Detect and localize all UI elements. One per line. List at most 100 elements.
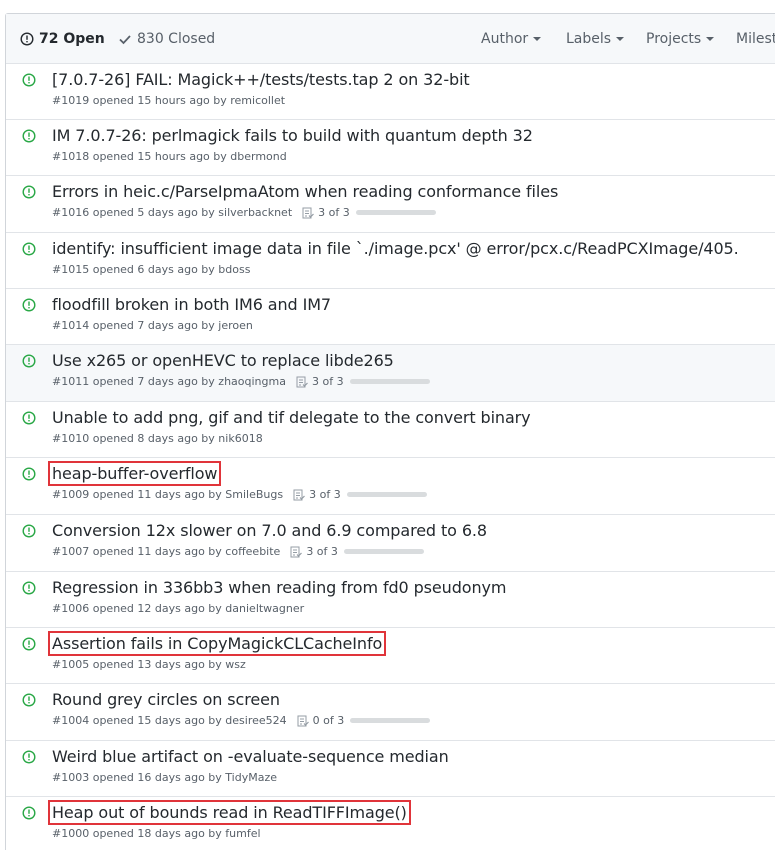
issue-meta-text: #1000 opened 18 days ago by fumfel — [52, 827, 261, 840]
task-progress: 3 of 3 — [302, 206, 436, 219]
issue-row[interactable]: Unable to add png, gif and tif delegate … — [6, 402, 775, 458]
labels-filter[interactable]: Labels — [566, 14, 625, 64]
issue-title-link[interactable]: Regression in 336bb3 when reading from f… — [52, 578, 506, 597]
issue-meta-text: #1005 opened 13 days ago by wsz — [52, 658, 246, 671]
issue-row[interactable]: identify: insufficient image data in fil… — [6, 233, 775, 289]
milestones-filter-label: Milesto — [736, 31, 775, 47]
chevron-down-icon — [616, 37, 625, 41]
task-progress-bar — [355, 210, 436, 215]
issue-opened-icon — [22, 581, 36, 595]
issue-opened-icon — [22, 129, 36, 143]
issue-title-link[interactable]: IM 7.0.7-26: perlmagick fails to build w… — [52, 126, 533, 145]
issue-title-link[interactable]: [7.0.7-26] FAIL: Magick++/tests/tests.ta… — [52, 70, 470, 89]
issue-meta-text: #1004 opened 15 days ago by desiree524 — [52, 714, 287, 727]
task-progress-bar — [346, 492, 427, 497]
projects-filter[interactable]: Projects — [646, 14, 715, 64]
issue-meta: #1000 opened 18 days ago by fumfel — [52, 827, 261, 840]
closed-count-label: 830 Closed — [137, 31, 216, 47]
issues-panel: 72 Open 830 Closed Author Labels Project… — [5, 13, 775, 850]
issue-title-link[interactable]: Weird blue artifact on -evaluate-sequenc… — [52, 747, 449, 766]
milestones-filter[interactable]: Milesto — [736, 14, 775, 64]
issue-meta: #1006 opened 12 days ago by danieltwagne… — [52, 602, 304, 615]
issue-meta-text: #1016 opened 5 days ago by silverbacknet — [52, 206, 293, 219]
check-icon — [119, 35, 131, 45]
issue-row[interactable]: heap-buffer-overflow #1009 opened 11 days… — [6, 458, 775, 515]
issue-meta: #1004 opened 15 days ago by desiree524 0 … — [52, 714, 431, 727]
task-count-label: 3 of 3 — [311, 375, 344, 388]
issue-title-link[interactable]: identify: insufficient image data in fil… — [52, 239, 739, 258]
issue-opened-icon — [22, 354, 36, 368]
issue-opened-icon — [22, 693, 36, 707]
issue-title-link[interactable]: Use x265 or openHEVC to replace libde265 — [52, 351, 394, 370]
checklist-icon — [302, 207, 315, 218]
task-count-label: 3 of 3 — [306, 545, 338, 558]
issue-meta-text: #1019 opened 15 hours ago by remicollet — [52, 94, 286, 107]
open-issues-tab[interactable]: 72 Open — [20, 14, 105, 64]
author-filter[interactable]: Author — [481, 14, 542, 64]
task-count-label: 0 of 3 — [312, 714, 345, 727]
issue-meta: #1016 opened 5 days ago by silverbacknet… — [52, 206, 436, 219]
labels-filter-label: Labels — [566, 31, 612, 47]
issue-meta: #1010 opened 8 days ago by nik6018 — [52, 432, 263, 445]
issue-title-link[interactable]: Round grey circles on screen — [52, 690, 280, 709]
issue-title-link[interactable]: Conversion 12x slower on 7.0 and 6.9 com… — [52, 521, 487, 540]
issue-title-link[interactable]: Heap out of bounds read in ReadTIFFImage… — [48, 800, 411, 825]
checklist-icon — [297, 715, 309, 726]
issue-row[interactable]: Conversion 12x slower on 7.0 and 6.9 com… — [6, 515, 775, 572]
task-progress-bar — [350, 718, 431, 723]
issue-meta-text: #1018 opened 15 hours ago by dbermond — [52, 150, 287, 163]
task-count-label: 3 of 3 — [318, 206, 350, 219]
issue-title-link[interactable]: Unable to add png, gif and tif delegate … — [52, 408, 531, 427]
issue-meta: #1014 opened 7 days ago by jeroen — [52, 319, 253, 332]
closed-issues-tab[interactable]: 830 Closed — [118, 14, 215, 64]
issue-row[interactable]: Use x265 or openHEVC to replace libde265… — [6, 345, 775, 402]
task-progress: 0 of 3 — [297, 714, 431, 727]
task-progress: 3 of 3 — [290, 545, 424, 558]
checklist-icon — [296, 376, 308, 387]
issue-meta-text: #1010 opened 8 days ago by nik6018 — [52, 432, 263, 445]
checklist-icon — [290, 546, 303, 557]
task-progress-bar — [349, 379, 430, 384]
issue-meta-text: #1003 opened 16 days ago by TidyMaze — [52, 771, 278, 784]
issue-meta: #1009 opened 11 days ago by SmileBugs 3 o… — [52, 488, 427, 501]
issue-opened-icon — [22, 73, 36, 87]
projects-filter-label: Projects — [646, 31, 702, 47]
task-progress: 3 of 3 — [293, 488, 427, 501]
issue-row[interactable]: Regression in 336bb3 when reading from f… — [6, 572, 775, 628]
issue-meta-text: #1006 opened 12 days ago by danieltwagne… — [52, 602, 305, 615]
issue-meta: #1018 opened 15 hours ago by dbermond — [52, 150, 287, 163]
issue-row[interactable]: floodfill broken in both IM6 and IM7 #101… — [6, 289, 775, 345]
task-count-label: 3 of 3 — [309, 488, 341, 501]
issues-list-header: 72 Open 830 Closed Author Labels Project… — [6, 14, 775, 64]
issue-meta-text: #1011 opened 7 days ago by zhaoqingma — [52, 375, 286, 388]
issue-title-link[interactable]: Assertion fails in CopyMagickCLCacheInfo — [47, 631, 387, 656]
issue-opened-icon — [22, 298, 36, 312]
issue-row[interactable]: [7.0.7-26] FAIL: Magick++/tests/tests.ta… — [6, 64, 775, 120]
issue-title-link[interactable]: floodfill broken in both IM6 and IM7 — [52, 295, 331, 314]
issue-row[interactable]: Errors in heic.c/ParseIpmaAtom when read… — [6, 176, 775, 233]
checklist-icon — [293, 489, 306, 500]
issue-meta: #1019 opened 15 hours ago by remicollet — [52, 94, 285, 107]
issue-row[interactable]: IM 7.0.7-26: perlmagick fails to build w… — [6, 120, 775, 176]
issue-meta: #1007 opened 11 days ago by coffeebite 3 … — [52, 545, 424, 558]
issue-opened-icon — [22, 750, 36, 764]
issue-opened-icon — [22, 637, 36, 651]
issue-meta: #1015 opened 6 days ago by bdoss — [52, 263, 250, 276]
issue-row[interactable]: Round grey circles on screen #1004 opened… — [6, 684, 775, 741]
issue-row[interactable]: Weird blue artifact on -evaluate-sequenc… — [6, 741, 775, 797]
issue-opened-icon — [22, 806, 36, 820]
issue-meta: #1003 opened 16 days ago by TidyMaze — [52, 771, 277, 784]
issue-meta: #1011 opened 7 days ago by zhaoqingma 3 o… — [52, 375, 430, 388]
issue-row[interactable]: Assertion fails in CopyMagickCLCacheInfo… — [6, 628, 775, 684]
issue-row[interactable]: Heap out of bounds read in ReadTIFFImage… — [6, 797, 775, 850]
open-count-label: 72 Open — [39, 31, 105, 47]
issue-meta-text: #1015 opened 6 days ago by bdoss — [52, 263, 251, 276]
task-progress: 3 of 3 — [296, 375, 430, 388]
issue-opened-icon — [22, 524, 36, 538]
issue-opened-icon — [22, 185, 36, 199]
issue-meta-text: #1014 opened 7 days ago by jeroen — [52, 319, 253, 332]
issue-meta: #1005 opened 13 days ago by wsz — [52, 658, 246, 671]
issue-title-link[interactable]: heap-buffer-overflow — [47, 461, 222, 486]
issue-title-link[interactable]: Errors in heic.c/ParseIpmaAtom when read… — [52, 182, 558, 201]
chevron-down-icon — [706, 37, 715, 41]
